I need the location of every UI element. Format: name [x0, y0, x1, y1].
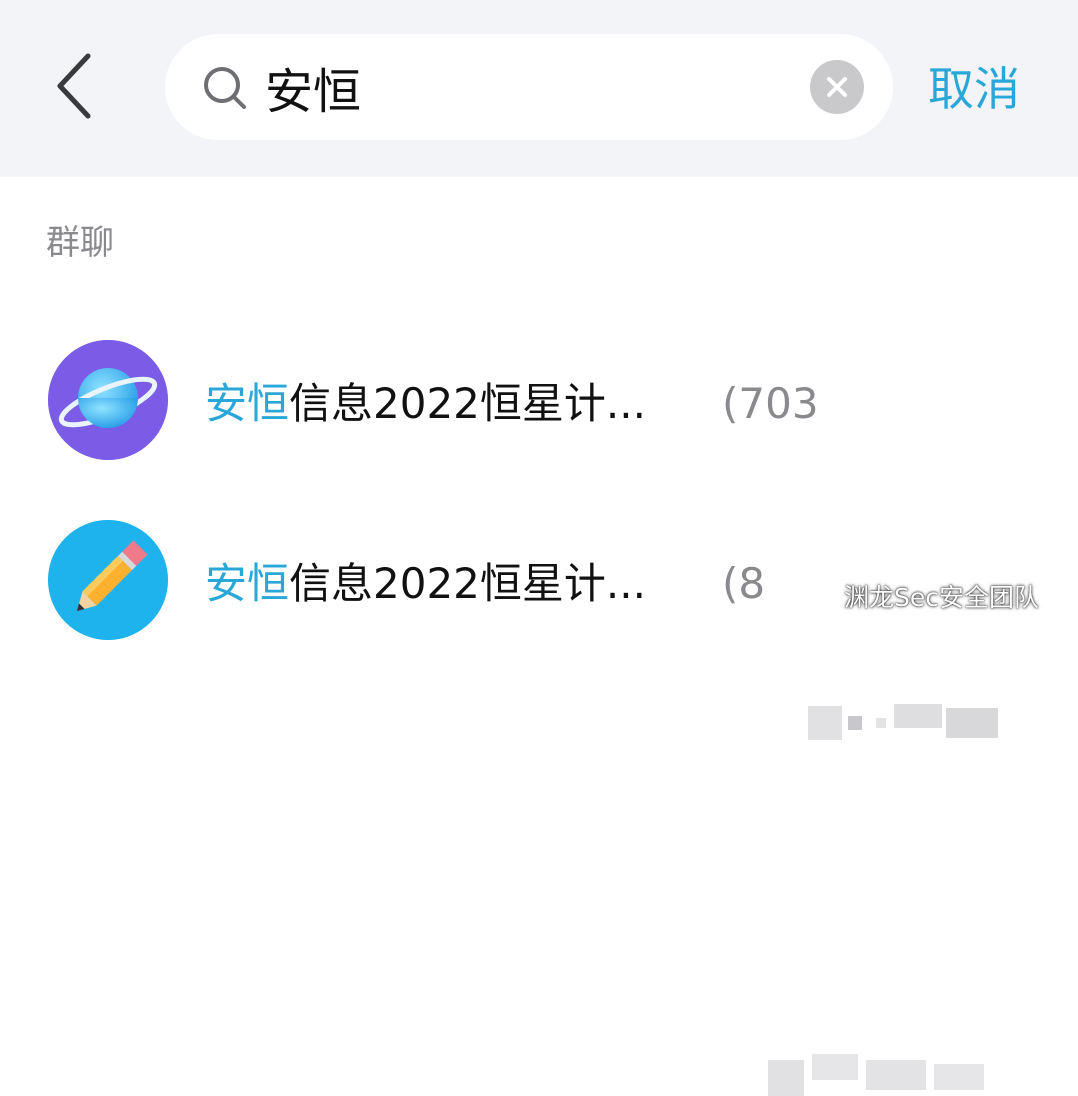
redacted-pixel-block	[934, 1064, 984, 1090]
redacted-pixel-block	[894, 704, 942, 728]
search-input[interactable]	[265, 52, 795, 122]
redacted-pixel-block	[876, 718, 886, 728]
avatar	[48, 340, 168, 460]
redacted-pixel-block	[866, 1060, 926, 1090]
pencil-icon	[48, 520, 168, 640]
chevron-left-icon	[57, 53, 91, 119]
clear-search-button[interactable]	[810, 60, 864, 114]
result-title-highlight: 安恒	[205, 559, 290, 608]
watermark: 渊龙Sec安全团队	[806, 578, 1039, 618]
group-id: (703	[722, 379, 819, 428]
redacted-pixel-block	[812, 1054, 858, 1080]
back-button[interactable]	[44, 44, 104, 128]
redacted-pixel-block	[768, 1060, 804, 1096]
redacted-pixel-block	[808, 706, 842, 740]
section-label-group-chats: 群聊	[46, 223, 114, 263]
result-title: 安恒信息2022恒星计...	[205, 374, 646, 434]
close-icon	[827, 77, 847, 97]
cancel-button[interactable]: 取消	[928, 58, 1038, 120]
avatar	[48, 520, 168, 640]
result-title-rest: 信息2022恒星计...	[289, 559, 646, 608]
result-title: 安恒信息2022恒星计...	[205, 554, 646, 614]
search-bar	[165, 34, 893, 140]
redacted-pixel-block	[946, 708, 998, 738]
result-title-rest: 信息2022恒星计...	[289, 379, 646, 428]
group-id: (8	[722, 559, 766, 608]
wechat-icon	[806, 583, 838, 610]
redacted-pixel-block	[848, 716, 862, 730]
result-title-highlight: 安恒	[205, 379, 290, 428]
watermark-text: 渊龙Sec安全团队	[844, 583, 1039, 612]
search-header: 取消	[0, 0, 1078, 177]
search-result-row[interactable]: 安恒信息2022恒星计... (703	[0, 318, 1078, 740]
search-icon	[204, 67, 246, 109]
planet-icon	[48, 340, 168, 460]
